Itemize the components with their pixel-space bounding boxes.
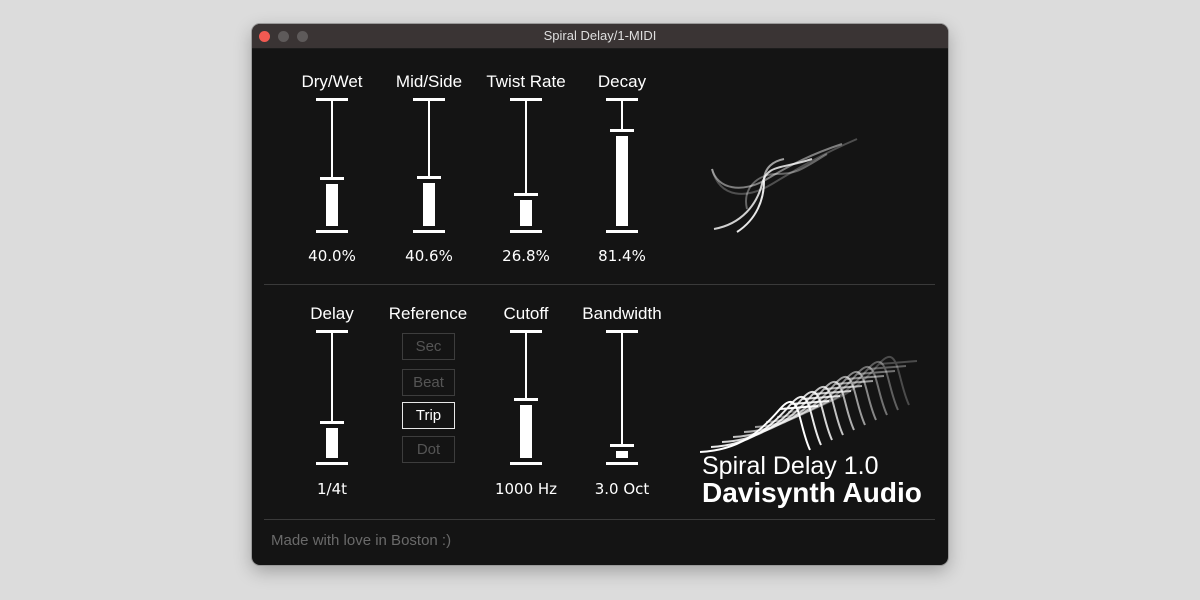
- slider-thumb[interactable]: [417, 176, 441, 180]
- reference-sec-button[interactable]: Sec: [402, 333, 455, 360]
- slider-fill: [616, 135, 628, 226]
- slider-track: [428, 101, 430, 177]
- slider-thumb[interactable]: [610, 128, 634, 132]
- plugin-window: Spiral Delay/1-MIDI Dry/Wet 40.0% Mid/Si…: [252, 24, 948, 565]
- window-title: Spiral Delay/1-MIDI: [543, 28, 657, 43]
- slider-track: [331, 333, 333, 421]
- slider-bottom-cap: [316, 230, 348, 233]
- company-name: Davisynth Audio: [702, 477, 922, 508]
- slider-bottom-cap: [510, 230, 542, 233]
- slider-fill: [520, 199, 532, 226]
- slider-fill: [520, 404, 532, 458]
- slider-thumb[interactable]: [514, 192, 538, 196]
- delay-value: 1/4t: [316, 480, 348, 498]
- slider-track: [621, 101, 623, 129]
- bandwidth-value: 3.0 Oct: [594, 480, 650, 498]
- slider-fill: [423, 183, 435, 226]
- reference-dot-button[interactable]: Dot: [402, 436, 455, 463]
- delay-slider[interactable]: [312, 330, 352, 465]
- cutoff-slider[interactable]: [506, 330, 546, 465]
- bandwidth-label: Bandwidth: [582, 304, 662, 323]
- slider-bottom-cap: [606, 230, 638, 233]
- slider-bottom-cap: [316, 462, 348, 465]
- slider-bottom-cap: [510, 462, 542, 465]
- slider-thumb[interactable]: [610, 444, 634, 448]
- dry-wet-slider[interactable]: [312, 98, 352, 233]
- mid-side-slider[interactable]: [409, 98, 449, 233]
- slider-fill: [326, 427, 338, 458]
- title-bar[interactable]: Spiral Delay/1-MIDI: [252, 24, 948, 49]
- twist-rate-slider[interactable]: [506, 98, 546, 233]
- slider-track: [621, 333, 623, 445]
- slider-track: [331, 101, 333, 178]
- slider-fill: [616, 451, 628, 458]
- slider-fill: [326, 184, 338, 226]
- section-divider: [264, 284, 935, 285]
- filter-curve-icon: [700, 355, 918, 453]
- footer-divider: [264, 519, 935, 520]
- spiral-logo-icon: [711, 138, 858, 233]
- reference-trip-button[interactable]: Trip: [402, 402, 455, 429]
- slider-bottom-cap: [413, 230, 445, 233]
- decay-label: Decay: [597, 72, 647, 91]
- decay-value: 81.4%: [598, 247, 646, 265]
- slider-thumb[interactable]: [320, 177, 344, 181]
- footer-text: Made with love in Boston :): [271, 532, 452, 549]
- reference-beat-button[interactable]: Beat: [402, 369, 455, 396]
- slider-track: [525, 101, 527, 193]
- slider-bottom-cap: [606, 462, 638, 465]
- slider-thumb[interactable]: [320, 420, 344, 424]
- slider-thumb[interactable]: [514, 397, 538, 401]
- decay-slider[interactable]: [602, 98, 642, 233]
- bandwidth-slider[interactable]: [602, 330, 642, 465]
- slider-track: [525, 333, 527, 398]
